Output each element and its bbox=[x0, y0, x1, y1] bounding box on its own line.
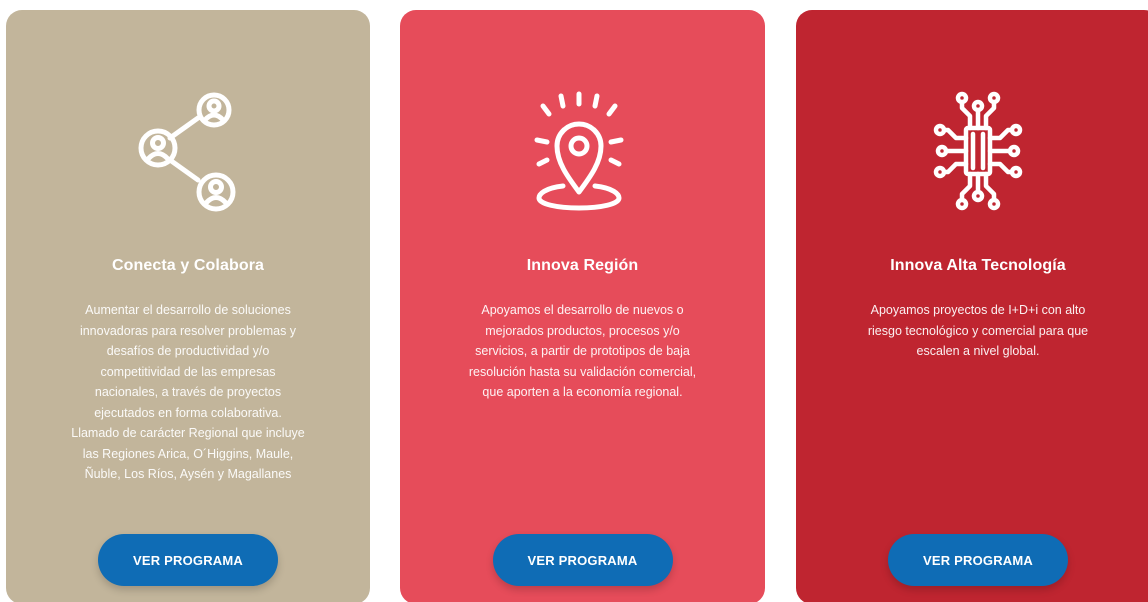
program-card-conecta-colabora: Conecta y Colabora Aumentar el desarroll… bbox=[6, 10, 370, 602]
share-network-users-icon bbox=[128, 80, 248, 220]
program-card-innova-region: Innova Región Apoyamos el desarrollo de … bbox=[400, 10, 765, 602]
ver-programa-button[interactable]: VER PROGRAMA bbox=[888, 534, 1068, 586]
card-title: Innova Región bbox=[526, 257, 639, 274]
program-card-innova-alta-tecnologia: Innova Alta Tecnología Apoyamos proyecto… bbox=[796, 10, 1148, 602]
map-pin-radiating-icon bbox=[523, 80, 643, 220]
program-cards: Conecta y Colabora Aumentar el desarroll… bbox=[0, 0, 1148, 602]
card-description: Apoyamos proyectos de I+D+i con alto rie… bbox=[867, 303, 1089, 358]
card-title: Innova Alta Tecnología bbox=[890, 257, 1066, 274]
card-description: Apoyamos el desarrollo de nuevos o mejor… bbox=[468, 303, 697, 399]
ver-programa-button[interactable]: VER PROGRAMA bbox=[492, 534, 673, 586]
card-description: Aumentar el desarrollo de soluciones inn… bbox=[71, 303, 305, 481]
card-title: Conecta y Colabora bbox=[111, 257, 265, 274]
circuit-chip-icon bbox=[918, 80, 1038, 220]
ver-programa-button[interactable]: VER PROGRAMA bbox=[98, 534, 278, 586]
